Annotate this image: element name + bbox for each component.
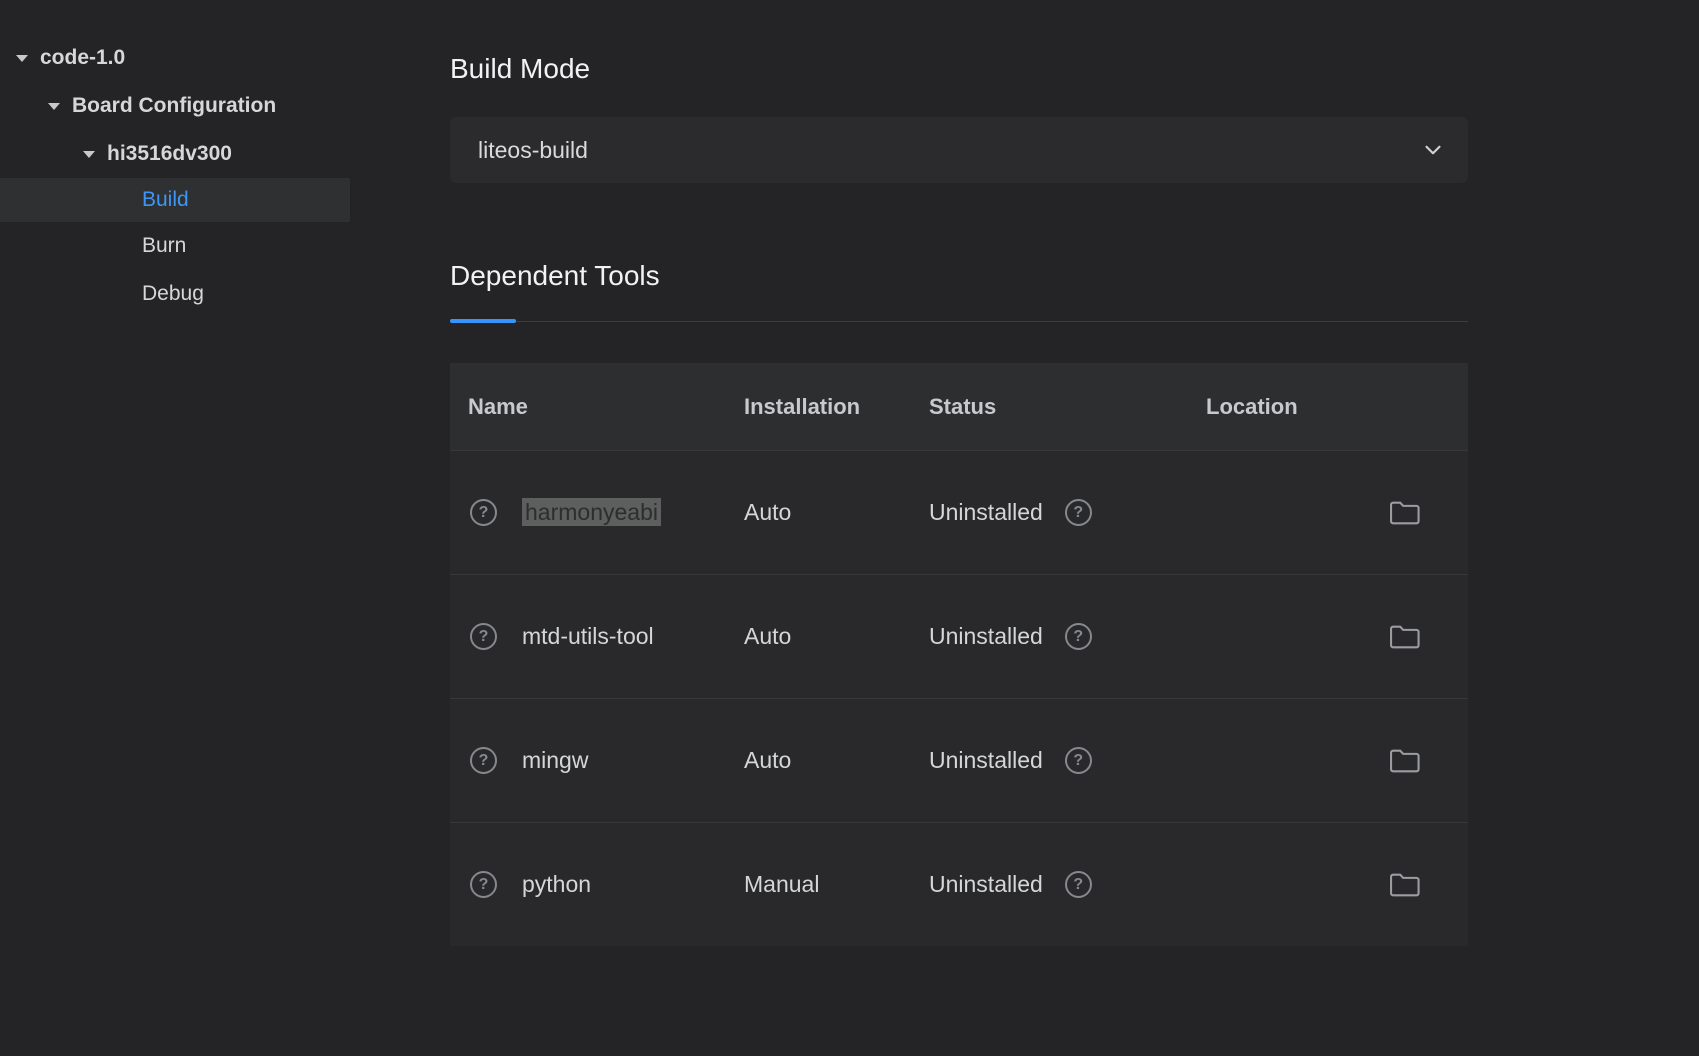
- column-header-name: Name: [468, 394, 744, 420]
- tool-name[interactable]: python: [522, 871, 591, 897]
- project-tree-sidebar: code-1.0 Board Configuration hi3516dv300…: [0, 34, 350, 318]
- table-row: ? harmonyeabi Auto Uninstalled ?: [450, 450, 1468, 574]
- table-header-row: Name Installation Status Location: [450, 363, 1468, 450]
- tree-item-label: Burn: [142, 234, 186, 258]
- tree-item-label: Build: [142, 188, 189, 212]
- tool-help-icon[interactable]: ?: [470, 623, 497, 650]
- column-header-status: Status: [929, 394, 1206, 420]
- installation-mode: Auto: [744, 499, 929, 526]
- tool-help-icon[interactable]: ?: [470, 747, 497, 774]
- status-help-icon[interactable]: ?: [1065, 871, 1092, 898]
- triangle-down-icon[interactable]: [12, 55, 32, 62]
- build-mode-value: liteos-build: [478, 137, 588, 164]
- tree-item-hi3516dv300[interactable]: hi3516dv300: [0, 130, 350, 178]
- tool-status: Uninstalled: [929, 623, 1043, 650]
- tree-item-board-configuration[interactable]: Board Configuration: [0, 82, 350, 130]
- status-help-icon[interactable]: ?: [1065, 747, 1092, 774]
- chevron-down-icon: [1420, 137, 1446, 163]
- installation-mode: Auto: [744, 623, 929, 650]
- browse-location-button[interactable]: [1389, 623, 1422, 651]
- table-row: ? python Manual Uninstalled ?: [450, 822, 1468, 946]
- tool-name[interactable]: mingw: [522, 747, 588, 773]
- tree-item-label: Board Configuration: [72, 94, 276, 118]
- tool-status: Uninstalled: [929, 871, 1043, 898]
- tree-item-debug[interactable]: Debug: [0, 270, 350, 318]
- browse-location-button[interactable]: [1389, 871, 1422, 899]
- installation-mode: Manual: [744, 871, 929, 898]
- build-settings-panel: Build Mode liteos-build Dependent Tools …: [450, 0, 1468, 1056]
- folder-icon: [1389, 499, 1422, 527]
- folder-icon: [1389, 747, 1422, 775]
- tool-status: Uninstalled: [929, 499, 1043, 526]
- tree-item-label: Debug: [142, 282, 204, 306]
- dependent-tools-table: Name Installation Status Location ? harm…: [450, 363, 1468, 946]
- tree-item-build[interactable]: Build: [0, 178, 350, 222]
- tree-item-burn[interactable]: Burn: [0, 222, 350, 270]
- tab-dependent-tools[interactable]: Dependent Tools: [450, 260, 660, 292]
- tool-name[interactable]: harmonyeabi: [522, 498, 661, 526]
- column-header-installation: Installation: [744, 394, 929, 420]
- status-help-icon[interactable]: ?: [1065, 499, 1092, 526]
- tool-help-icon[interactable]: ?: [470, 499, 497, 526]
- installation-mode: Auto: [744, 747, 929, 774]
- table-row: ? mingw Auto Uninstalled ?: [450, 698, 1468, 822]
- status-help-icon[interactable]: ?: [1065, 623, 1092, 650]
- tool-status: Uninstalled: [929, 747, 1043, 774]
- triangle-down-icon[interactable]: [44, 103, 64, 110]
- tree-item-label: hi3516dv300: [107, 142, 232, 166]
- active-tab-indicator: [450, 319, 516, 323]
- column-header-location: Location: [1206, 394, 1468, 420]
- folder-icon: [1389, 871, 1422, 899]
- build-mode-select[interactable]: liteos-build: [450, 117, 1468, 183]
- browse-location-button[interactable]: [1389, 747, 1422, 775]
- triangle-down-icon[interactable]: [79, 151, 99, 158]
- tree-item-label: code-1.0: [40, 46, 125, 70]
- tree-item-project-code[interactable]: code-1.0: [0, 34, 350, 82]
- tool-name[interactable]: mtd-utils-tool: [522, 623, 654, 649]
- tool-help-icon[interactable]: ?: [470, 871, 497, 898]
- deveco-device-tool-window: code-1.0 Board Configuration hi3516dv300…: [0, 0, 1699, 1056]
- table-row: ? mtd-utils-tool Auto Uninstalled ?: [450, 574, 1468, 698]
- tab-divider: [450, 321, 1468, 322]
- browse-location-button[interactable]: [1389, 499, 1422, 527]
- build-mode-title: Build Mode: [450, 53, 590, 85]
- folder-icon: [1389, 623, 1422, 651]
